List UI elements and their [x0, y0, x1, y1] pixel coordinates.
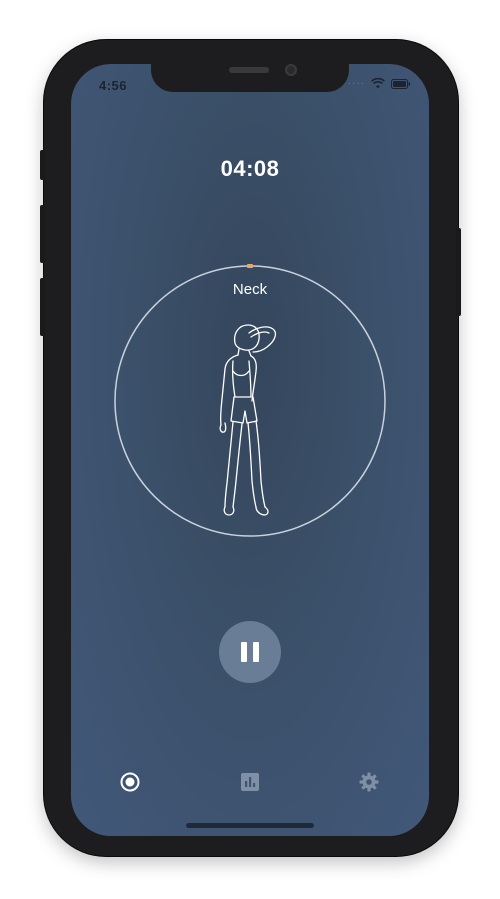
- status-indicators: ····: [348, 78, 411, 89]
- status-time: 4:56: [99, 78, 128, 93]
- mute-switch: [40, 150, 45, 180]
- signal-icon: ····: [347, 78, 365, 89]
- battery-icon: [391, 78, 411, 89]
- progress-marker: [247, 264, 253, 268]
- tab-settings[interactable]: [355, 768, 383, 796]
- tab-workout[interactable]: [116, 768, 144, 796]
- stats-icon: [241, 773, 259, 791]
- pause-button[interactable]: [219, 621, 281, 683]
- tab-stats[interactable]: [236, 768, 264, 796]
- app-screen: 4:56 ···· 04:08 Neck: [71, 64, 429, 836]
- home-indicator[interactable]: [186, 823, 314, 828]
- notch: [151, 64, 349, 92]
- power-button: [456, 228, 461, 316]
- record-icon: [120, 772, 140, 792]
- pause-icon-bar-right: [253, 642, 259, 662]
- wifi-icon: [371, 78, 385, 89]
- neck-stretch-figure: [219, 324, 277, 516]
- workout-timer: 04:08: [220, 156, 280, 181]
- pause-icon-bar-left: [241, 642, 247, 662]
- speaker-grille: [229, 67, 269, 73]
- volume-down-button: [40, 278, 45, 336]
- front-camera: [285, 64, 297, 76]
- gear-icon: [359, 772, 379, 792]
- volume-up-button: [40, 205, 45, 263]
- tab-bar: [71, 764, 429, 800]
- exercise-name: Neck: [232, 281, 268, 298]
